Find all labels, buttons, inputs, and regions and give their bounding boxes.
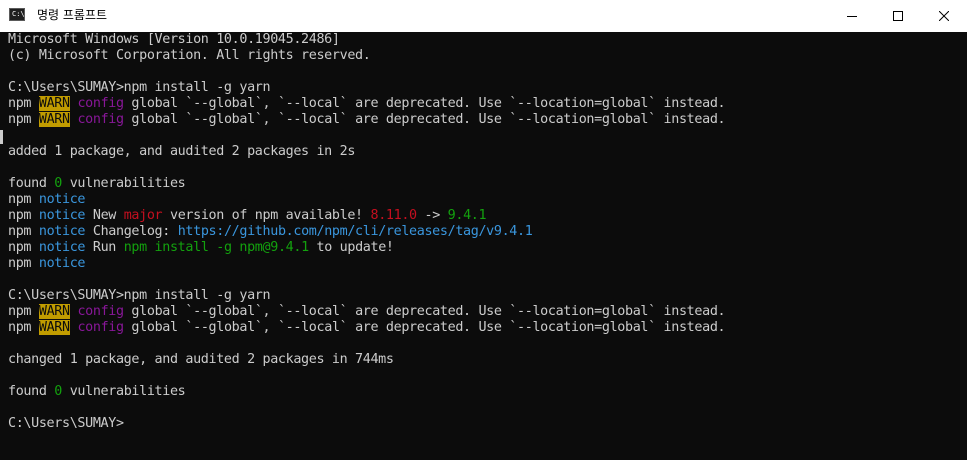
console-text: (c) Microsoft Corporation. All rights re… [8,48,371,63]
console-line: added 1 package, and audited 2 packages … [8,144,967,160]
console-text: npm [8,224,39,239]
console-line: npm WARN config global `--global`, `--lo… [8,320,967,336]
title-bar[interactable]: C:\ 명령 프롬프트 [0,0,967,32]
console-text: 9.4.1 [447,208,487,223]
console-line: npm notice [8,256,967,272]
console-text: 0 [54,384,62,399]
console-line: npm WARN config global `--global`, `--lo… [8,304,967,320]
console-text: npm [8,112,39,127]
console-text: npm install -g npm@9.4.1 [123,240,309,255]
console-text: C:\Users\SUMAY>npm install -g yarn [8,288,271,303]
console-text: npm [8,208,39,223]
console-text: 0 [54,176,62,191]
console-line: C:\Users\SUMAY>npm install -g yarn [8,80,967,96]
console-text: added 1 package, and audited 2 packages … [8,144,356,159]
window-title: 명령 프롬프트 [37,8,108,22]
console-text: notice [38,240,86,255]
console-text: npm [8,192,39,207]
console-text: config [77,96,124,111]
console-text: notice [38,208,86,223]
console-line: changed 1 package, and audited 2 package… [8,352,967,368]
console-text: version of npm available! [162,208,371,223]
console-line: (c) Microsoft Corporation. All rights re… [8,48,967,64]
console-line: npm WARN config global `--global`, `--lo… [8,96,967,112]
console-text: WARN [38,320,70,335]
console-text: global `--global`, `--local` are depreca… [123,320,726,335]
console-text: config [77,320,124,335]
console-text: config [77,112,124,127]
console-text: Changelog: [85,224,178,239]
console-text: C:\Users\SUMAY> [8,416,124,431]
console-text: npm [8,96,39,111]
console-text: Run [85,240,124,255]
console-text: global `--global`, `--local` are depreca… [123,96,726,111]
console-text: notice [38,224,86,239]
console-line: found 0 vulnerabilities [8,176,967,192]
console-text: found [8,384,55,399]
console-output[interactable]: Microsoft Windows [Version 10.0.19045.24… [0,32,967,460]
command-prompt-window: C:\ 명령 프롬프트 Microsoft Windows [Version 1… [0,0,967,460]
console-line: npm WARN config global `--global`, `--lo… [8,112,967,128]
console-text: 8.11.0 [370,208,418,223]
console-text: global `--global`, `--local` are depreca… [123,304,726,319]
console-line: Microsoft Windows [Version 10.0.19045.24… [8,32,967,48]
console-text: vulnerabilities [62,384,186,399]
console-text: npm [8,240,39,255]
close-button[interactable] [921,0,967,32]
console-text: changed 1 package, and audited 2 package… [8,352,394,367]
console-line: npm notice Changelog: https://github.com… [8,224,967,240]
console-text: https://github.com/npm/cli/releases/tag/… [177,224,533,239]
console-text: -> [416,208,448,223]
console-text: npm [8,256,39,271]
maximize-button[interactable] [875,0,921,32]
console-text: New [85,208,124,223]
console-line: found 0 vulnerabilities [8,384,967,400]
console-text: WARN [38,96,70,111]
minimize-icon [847,16,857,17]
console-line: C:\Users\SUMAY> [8,416,967,432]
text-cursor-marker [0,130,3,144]
console-line: npm notice [8,192,967,208]
console-text: C:\Users\SUMAY>npm install -g yarn [8,80,271,95]
maximize-icon [893,11,903,21]
console-text: Microsoft Windows [Version 10.0.19045.24… [8,32,340,47]
console-text: config [77,304,124,319]
console-text: WARN [38,112,70,127]
console-text: found [8,176,55,191]
console-text: to update! [308,240,394,255]
console-line: npm notice Run npm install -g npm@9.4.1 … [8,240,967,256]
console-text: global `--global`, `--local` are depreca… [123,112,726,127]
console-text: major [123,208,163,223]
terminal-icon: C:\ [9,8,25,21]
console-text: npm [8,320,39,335]
minimize-button[interactable] [829,0,875,32]
console-line: C:\Users\SUMAY>npm install -g yarn [8,288,967,304]
console-line: npm notice New major version of npm avai… [8,208,967,224]
console-text: WARN [38,304,70,319]
console-text: vulnerabilities [62,176,186,191]
close-icon [939,11,949,21]
console-text: notice [38,256,86,271]
console-text: npm [8,304,39,319]
console-text: notice [38,192,86,207]
